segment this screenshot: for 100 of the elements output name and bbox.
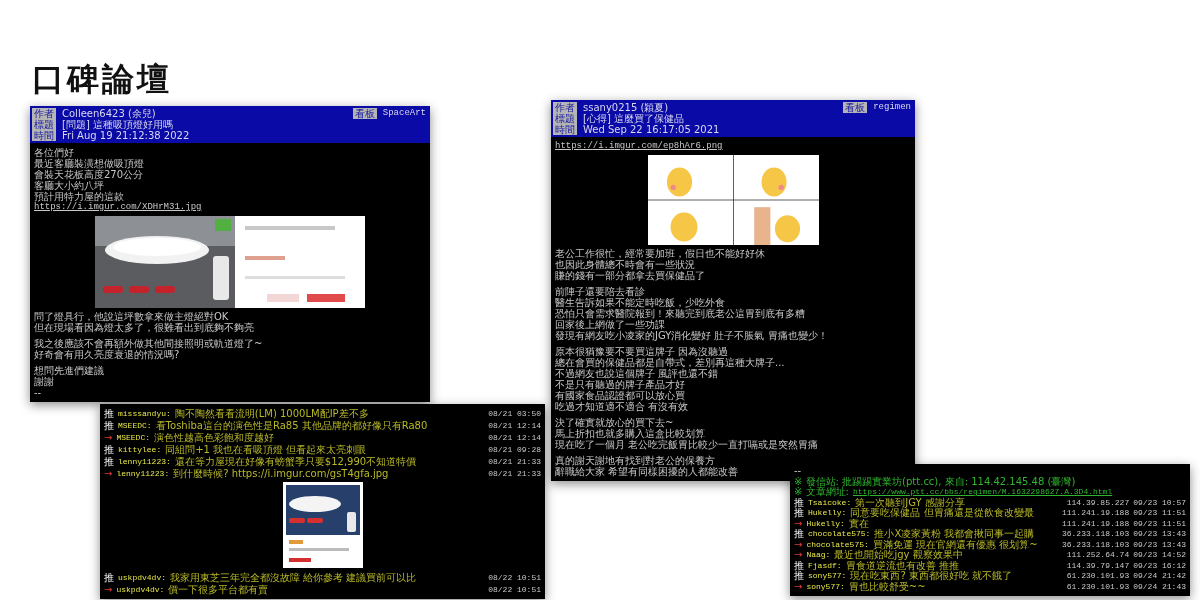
comment-text: 胃也比較舒受~~: [848, 581, 926, 592]
push-tag: 推: [104, 419, 114, 431]
post-text: 真的謝天謝地有找到對老公的保養方: [555, 455, 715, 466]
comment-user: kittylee:: [118, 443, 162, 455]
comment-user: MSEEDC:: [116, 431, 150, 443]
comment-user: MSEEDC:: [118, 419, 152, 431]
post-time: Wed Sep 22 16:17:05 2021: [583, 124, 721, 135]
comment-user: Naag:: [806, 550, 831, 561]
comment-ip: 61.230.101.93: [1066, 581, 1130, 592]
post-text: 想問先進們建議: [34, 365, 104, 376]
comment-time: 09/23 16:12: [1133, 560, 1186, 571]
post-text: 原本很猶豫要不要買這牌子 因為沒聽過: [555, 346, 729, 357]
comment-text: 看Toshiba這台的演色性是Ra85 其他品牌的都好像只有Ra80: [155, 419, 429, 431]
post-title: [心得] 這麼買了保健品: [583, 113, 685, 124]
comment-text: 第一次聽到JGY 感謝分享: [855, 497, 965, 508]
push-tag: 推: [794, 497, 804, 508]
url-label: ※ 文章網址:: [794, 487, 849, 498]
post-text: 各位們好: [34, 147, 74, 158]
comment-text: 實在: [848, 518, 869, 529]
comment-time: 09/23 13:43: [1133, 529, 1186, 540]
header-label: 時間: [553, 124, 577, 135]
comment-time: 08/21 12:14: [488, 419, 541, 431]
comment-user: Tsaicoke:: [808, 497, 852, 508]
post-link[interactable]: https://i.imgur.com/XDHrM31.jpg: [34, 202, 202, 213]
comment-text: 買滿免運 現在官網還有優惠 很划算~: [872, 539, 1039, 550]
author-text: ssany0215 (穎夏): [583, 102, 670, 113]
post-title: [問題] 這種吸頂燈好用嗎: [62, 119, 174, 130]
header-label: 標題: [553, 113, 577, 124]
comment-ip: 111.241.19.188: [1061, 518, 1130, 529]
header-label: 看板: [843, 102, 868, 113]
post-text: 客廳大小約八坪: [34, 180, 104, 191]
post-text: 有國家食品認證都可以放心買: [555, 390, 685, 401]
comment-user: lenny11223:: [118, 455, 171, 467]
comment-ip: 36.233.118.103: [1061, 539, 1130, 550]
post-time: Fri Aug 19 21:12:38 2022: [62, 130, 191, 141]
post-text: 馬上折扣也就多購入這盒比較划算: [555, 428, 705, 439]
comment-ip: 114.39.79.147: [1066, 560, 1130, 571]
comment-text: 最近也開始吃jgy 觀察效果中: [834, 550, 964, 560]
arrow-tag: →: [104, 431, 113, 443]
comment-time: 09/24 21:42: [1133, 571, 1186, 582]
comment-text: 價一下很多平台都有賣: [168, 583, 270, 595]
arrow-tag: →: [104, 467, 113, 479]
arrow-tag: →: [794, 581, 803, 592]
header-label: 時間: [32, 130, 56, 141]
comment-time: 08/22 10:51: [488, 571, 541, 583]
comment-user: Fjasdf:: [808, 560, 842, 571]
comment-time: 08/21 21:33: [488, 455, 541, 467]
push-tag: 推: [104, 407, 114, 419]
comment-text: 同組問+1 我也在看吸頂燈 但看起來太亮刺眼: [165, 443, 368, 455]
author-text: Colleen6423 (余兒): [62, 108, 157, 119]
post-text: 最近客廳裝潢想做吸頂燈: [34, 158, 144, 169]
arrow-tag: →: [794, 550, 803, 561]
comment-user: lenny11223:: [116, 467, 170, 479]
post-text: 老公工作很忙，經常要加班，假日也不能好好休: [555, 248, 765, 259]
comment-text: 我家用東芝三年完全都沒故障 給你參考 建議買前可以比: [170, 571, 418, 583]
post-text: 我之後應該不會再額外做其他間接照明或軌道燈了~: [34, 338, 263, 349]
post-link[interactable]: https://i.imgur.com/ep8hAr6.png: [555, 141, 723, 152]
post-text: 但在現場看因為燈太多了，很難看出到底夠不夠亮: [34, 322, 254, 333]
post-text: 吃過才知道適不適合 有沒有效: [555, 401, 689, 412]
comment-text: 陶不陶然看看流明(LM) 1000LM配IP差不多: [174, 407, 370, 419]
comment-user: uskpdv4dv:: [118, 571, 166, 583]
comment-user: Hukelly:: [808, 508, 847, 519]
comment-user: sony577:: [806, 581, 845, 592]
article-link[interactable]: https://www.ptt.cc/bbs/regimen/M.1632298627.A.3D4.html: [852, 487, 1113, 498]
post-text: 辭職給大家 希望有同樣困擾的人都能改善: [555, 466, 739, 477]
post-text: 問了燈具行，他說這坪數拿來做主燈絕對OK: [34, 311, 229, 322]
comment-time: 09/24 21:43: [1133, 581, 1186, 592]
comment-text: 演色性越高色彩飽和度越好: [154, 431, 275, 443]
source-text: ※ 發信站: 批踢踢實業坊(ptt.cc), 來自: 114.42.145.48 (臺灣): [793, 476, 1077, 487]
comment-user: sony577:: [808, 571, 847, 582]
post-text: 也因此身體總不時會有一些狀況: [555, 259, 695, 270]
post-text: 不過網友也說這個牌子 風評也還不錯: [555, 368, 719, 379]
post-text: 恐怕只會需求醫院報到！來聽完到底老公這胃到底有多糟: [555, 308, 805, 319]
comment-time: 08/21 09:28: [488, 443, 541, 455]
comment-time: 09/23 10:57: [1133, 497, 1186, 508]
comment-ip: 36.233.118.103: [1061, 529, 1130, 540]
comment-time: 09/23 11:51: [1133, 508, 1186, 519]
comment-user: misssandyu:: [118, 407, 171, 419]
comment-ip: 111.241.19.188: [1061, 508, 1130, 519]
comment-time: 08/22 10:51: [488, 583, 541, 595]
post-text: 賺的錢有一部分都拿去買保健品了: [555, 270, 705, 281]
board-name: regimen: [873, 102, 911, 113]
comment-ip: 111.252.64.74: [1066, 550, 1130, 561]
post-text: 前陣子還要陪去看診: [555, 286, 645, 297]
comment-text: 胃食道逆流也有改善 推推: [845, 560, 960, 571]
comment-time: 09/23 14:52: [1133, 550, 1186, 561]
push-tag: 推: [104, 443, 114, 455]
comment-time: 08/21 03:50: [488, 407, 541, 419]
post-text: 不是只有聽過的牌子產品才好: [555, 379, 685, 390]
push-tag: 推: [104, 455, 114, 467]
header-label: 看板: [352, 108, 377, 119]
board-name: SpaceArt: [382, 108, 426, 119]
comment-user: chocolate575:: [808, 529, 871, 540]
page-title: 口碑論壇: [32, 59, 172, 100]
comment-time: 09/23 13:43: [1133, 539, 1186, 550]
comment-user: uskpdv4dv:: [116, 583, 165, 595]
post-text: 好奇會有用久亮度衰退的情況嗎?: [34, 349, 180, 360]
comment-time: 08/21 12:14: [488, 431, 541, 443]
comment-user: Hukelly:: [806, 518, 845, 529]
comment-time: 08/21 21:33: [488, 467, 541, 479]
